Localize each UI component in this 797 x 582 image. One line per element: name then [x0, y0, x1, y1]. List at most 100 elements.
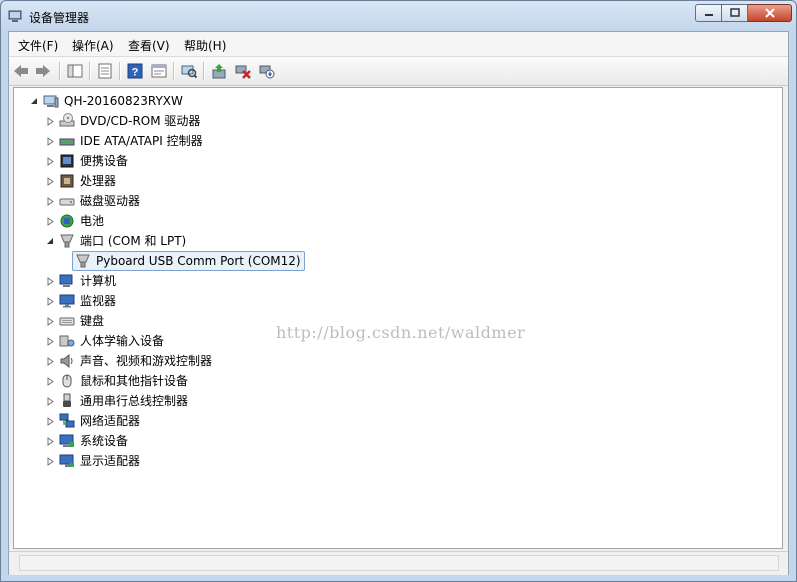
menu-view[interactable]: 查看(V) — [128, 37, 170, 54]
menu-help[interactable]: 帮助(H) — [184, 37, 226, 54]
properties-button[interactable] — [95, 61, 115, 81]
expand-arrow-icon[interactable] — [46, 116, 55, 126]
back-button[interactable] — [11, 61, 31, 81]
collapse-arrow-icon[interactable] — [30, 97, 39, 106]
expand-arrow-icon[interactable] — [46, 196, 55, 206]
device-manager-window: 设备管理器 文件(F) 操作(A) 查看(V) 帮助(H) ? QH-20160… — [0, 0, 797, 582]
view-icon — [151, 64, 167, 78]
portable-device-icon — [59, 153, 75, 169]
display-adapter-icon — [59, 453, 75, 469]
expand-arrow-icon[interactable] — [46, 296, 55, 306]
tree-item-ide[interactable]: IDE ATA/ATAPI 控制器 — [46, 132, 203, 150]
expand-arrow-icon[interactable] — [46, 456, 55, 466]
help-button[interactable]: ? — [125, 61, 145, 81]
show-hide-tree-icon — [67, 64, 83, 78]
device-tree[interactable]: QH-20160823RYXW DVD/CD-ROM 驱动器 IDE ATA/A… — [13, 87, 783, 549]
tree-item-processor[interactable]: 处理器 — [46, 172, 116, 190]
battery-icon — [59, 213, 75, 229]
mouse-icon — [59, 373, 75, 389]
collapse-arrow-icon[interactable] — [46, 237, 55, 246]
toolbar: ? — [9, 57, 788, 86]
toolbar-separator — [203, 62, 205, 80]
title-bar[interactable]: 设备管理器 — [1, 1, 796, 31]
expand-arrow-icon[interactable] — [46, 156, 55, 166]
update-driver-icon — [212, 64, 226, 79]
menu-file[interactable]: 文件(F) — [18, 37, 58, 54]
tree-item-hid[interactable]: 人体学输入设备 — [46, 332, 164, 350]
tree-item-label: IDE ATA/ATAPI 控制器 — [80, 134, 203, 148]
tree-item-label: 鼠标和其他指针设备 — [80, 374, 189, 388]
hid-icon — [59, 333, 75, 349]
expand-arrow-icon[interactable] — [46, 276, 55, 286]
update-driver-button[interactable] — [209, 61, 229, 81]
tree-root-label: QH-20160823RYXW — [64, 94, 183, 108]
window-title: 设备管理器 — [29, 11, 90, 25]
client-area: 文件(F) 操作(A) 查看(V) 帮助(H) ? QH-20160823RYX… — [8, 31, 789, 575]
tree-item-monitor[interactable]: 监视器 — [46, 292, 116, 310]
ide-controller-icon — [59, 133, 75, 149]
tree-item-battery[interactable]: 电池 — [46, 212, 104, 230]
tree-item-label: 键盘 — [80, 314, 105, 328]
status-bar — [9, 551, 788, 575]
tree-item-label: Pyboard USB Comm Port (COM12) — [96, 254, 301, 268]
scan-hardware-button[interactable] — [179, 61, 199, 81]
tree-item-portable[interactable]: 便携设备 — [46, 152, 128, 170]
expand-arrow-icon[interactable] — [46, 376, 55, 386]
tree-item-system[interactable]: 系统设备 — [46, 432, 128, 450]
properties-icon — [98, 63, 112, 79]
svg-text:?: ? — [132, 67, 139, 79]
maximize-icon — [729, 8, 740, 17]
show-hide-tree-button[interactable] — [65, 61, 85, 81]
tree-item-display[interactable]: 显示适配器 — [46, 452, 140, 470]
expand-arrow-icon[interactable] — [46, 176, 55, 186]
forward-arrow-icon — [36, 65, 50, 77]
tree-item-computer[interactable]: 计算机 — [46, 272, 116, 290]
uninstall-device-button[interactable] — [257, 61, 277, 81]
disk-drive-icon — [59, 193, 75, 209]
tree-root[interactable]: QH-20160823RYXW — [30, 92, 183, 110]
status-pane — [19, 555, 779, 571]
tree-item-label: 监视器 — [80, 294, 117, 308]
tree-item-label: 人体学输入设备 — [80, 334, 165, 348]
expand-arrow-icon[interactable] — [46, 216, 55, 226]
expand-arrow-icon[interactable] — [46, 336, 55, 346]
tree-item-sound[interactable]: 声音、视频和游戏控制器 — [46, 352, 212, 370]
expand-arrow-icon[interactable] — [46, 436, 55, 446]
scan-hardware-icon — [181, 65, 197, 79]
tree-item-label: 网络适配器 — [80, 414, 141, 428]
tree-item-disk[interactable]: 磁盘驱动器 — [46, 192, 140, 210]
minimize-button[interactable] — [695, 4, 722, 22]
disable-device-button[interactable] — [233, 61, 253, 81]
expand-arrow-icon[interactable] — [46, 356, 55, 366]
device-manager-icon — [8, 10, 22, 22]
sound-icon — [59, 353, 75, 369]
tree-item-network[interactable]: 网络适配器 — [46, 412, 140, 430]
tree-item-keyboard[interactable]: 键盘 — [46, 312, 104, 330]
menu-action[interactable]: 操作(A) — [72, 37, 114, 54]
maximize-button[interactable] — [722, 4, 748, 22]
menu-bar: 文件(F) 操作(A) 查看(V) 帮助(H) — [9, 32, 788, 57]
expand-arrow-icon[interactable] — [46, 316, 55, 326]
disable-device-icon — [235, 65, 251, 79]
toolbar-separator — [89, 62, 91, 80]
usb-icon — [59, 393, 75, 409]
view-button[interactable] — [149, 61, 169, 81]
expand-arrow-icon[interactable] — [46, 136, 55, 146]
expand-arrow-icon[interactable] — [46, 416, 55, 426]
help-icon: ? — [127, 63, 143, 79]
expand-arrow-icon[interactable] — [46, 396, 55, 406]
tree-item-mouse[interactable]: 鼠标和其他指针设备 — [46, 372, 188, 390]
tree-item-label: 计算机 — [80, 274, 117, 288]
tree-item-label: 电池 — [80, 214, 105, 228]
close-icon — [764, 8, 775, 18]
tree-item-dvd[interactable]: DVD/CD-ROM 驱动器 — [46, 112, 200, 130]
tree-item-usb[interactable]: 通用串行总线控制器 — [46, 392, 188, 410]
tree-item-ports[interactable]: 端口 (COM 和 LPT) — [46, 232, 186, 250]
dvd-drive-icon — [59, 113, 75, 129]
forward-button[interactable] — [33, 61, 53, 81]
network-adapter-icon — [59, 413, 75, 429]
tree-item-pyboard-port[interactable]: Pyboard USB Comm Port (COM12) — [72, 251, 305, 271]
close-button[interactable] — [748, 4, 792, 22]
computer-category-icon — [59, 273, 75, 289]
toolbar-separator — [173, 62, 175, 80]
